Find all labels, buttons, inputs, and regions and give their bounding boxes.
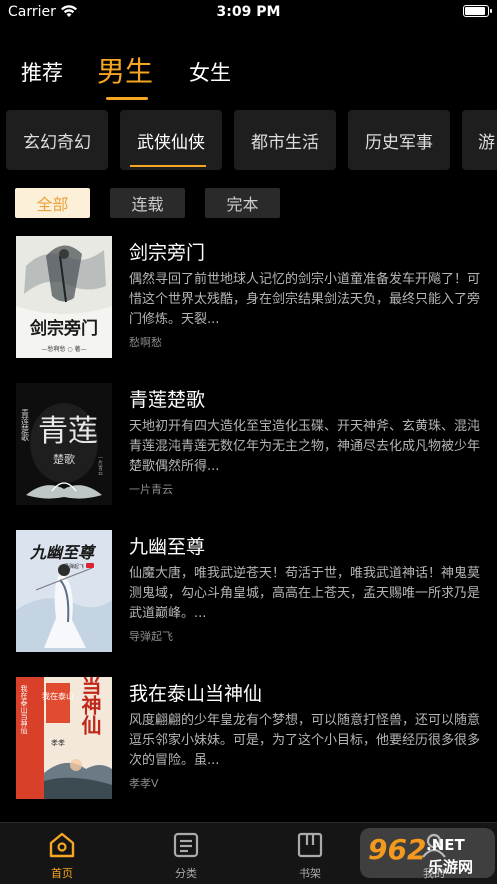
book-title: 青莲楚歌 <box>129 389 206 411</box>
cover-subtitle: 楚歌 <box>53 452 75 466</box>
cover-author: 孝孝 <box>51 739 65 747</box>
category-icon <box>173 832 199 858</box>
book-description: 仙魔大唐，唯我武逆苍天！苟活于世，唯我武道神话！神鬼莫测鬼域，勾心斗角皇城，高高… <box>129 566 481 621</box>
genre-wuxia[interactable]: 武侠仙侠 <box>120 110 222 170</box>
tab-recommend[interactable]: 推荐 <box>21 57 63 87</box>
cover-side-text: 我在泰山当神仙 <box>20 684 28 735</box>
book-cover: 青莲 楚歌 青莲楚歌 一片青云 <box>16 383 112 505</box>
book-item[interactable]: 青莲 楚歌 青莲楚歌 一片青云 青莲楚歌 天地初开有四大造化至宝造化玉碟、开天神… <box>0 383 497 505</box>
battery-icon <box>463 5 492 17</box>
top-tabs: 推荐 男生 女生 <box>0 40 497 100</box>
book-cover: 我在泰山当神仙 我在泰山 当神仙 孝孝 <box>16 677 112 799</box>
book-description: 偶然寻回了前世地球人记忆的剑宗小道童准备发车开飚了！可惜这个世界太残酷，身在剑宗… <box>129 272 481 327</box>
tab-male[interactable]: 男生 <box>97 50 153 90</box>
genre-bar: 玄幻奇幻 武侠仙侠 都市生活 历史军事 游 <box>0 110 497 170</box>
watermark-site: 乐游网 <box>428 858 473 876</box>
watermark-logo: 962 .NET 乐游网 <box>360 828 495 878</box>
book-author: 愁啊愁 <box>129 336 162 349</box>
tabbar-label: 分类 <box>175 867 197 880</box>
book-description: 天地初开有四大造化至宝造化玉碟、开天神斧、玄黄珠、混沌青莲混沌青莲无数亿年为无主… <box>129 419 481 474</box>
tab-female[interactable]: 女生 <box>189 57 231 87</box>
cover-subtitle: 我在泰山 <box>42 691 74 701</box>
watermark-suffix: .NET <box>426 836 465 854</box>
book-author: 孝孝V <box>129 777 159 790</box>
cover-title: 九幽至尊 <box>29 543 97 562</box>
genre-game[interactable]: 游 <box>462 110 497 170</box>
book-item[interactable]: 九幽至尊 导弹起飞 九幽至尊 仙魔大唐，唯我武逆苍天！苟活于世，唯我武道神话！神… <box>0 530 497 652</box>
book-title: 剑宗旁门 <box>129 242 206 264</box>
clock: 3:09 PM <box>216 4 281 20</box>
tabbar-home[interactable]: 首页 <box>12 823 112 884</box>
tabbar-category[interactable]: 分类 <box>136 823 236 884</box>
tabbar-label: 首页 <box>51 867 73 880</box>
battery-level <box>465 7 485 15</box>
genre-urban[interactable]: 都市生活 <box>234 110 336 170</box>
book-title: 我在泰山当神仙 <box>129 683 263 705</box>
genre-fantasy[interactable]: 玄幻奇幻 <box>6 110 108 170</box>
book-item[interactable]: 剑宗旁门 —愁啊愁 ○ 著— 剑宗旁门 偶然寻回了前世地球人记忆的剑宗小道童准备… <box>0 236 497 358</box>
watermark-brand: 962 <box>368 833 426 866</box>
cover-author: 导弹起飞 <box>64 563 84 570</box>
cover-title: 青莲 <box>38 414 98 449</box>
cover-title: 剑宗旁门 <box>29 318 98 339</box>
book-author: 导弹起飞 <box>129 630 173 643</box>
book-cover: 九幽至尊 导弹起飞 <box>16 530 112 652</box>
filter-ongoing[interactable]: 连载 <box>110 188 185 218</box>
genre-history[interactable]: 历史军事 <box>348 110 450 170</box>
active-tab-indicator <box>106 97 148 100</box>
filter-all[interactable]: 全部 <box>15 188 90 218</box>
filter-bar: 全部 连载 完本 <box>0 188 497 218</box>
cover-author: 一片青云 <box>97 455 103 476</box>
book-author: 一片青云 <box>129 483 173 496</box>
book-cover: 剑宗旁门 —愁啊愁 ○ 著— <box>16 236 112 358</box>
cover-author: —愁啊愁 ○ 著— <box>41 345 86 353</box>
tabbar-bookshelf[interactable]: 书架 <box>260 823 360 884</box>
bookshelf-icon <box>297 832 323 858</box>
book-description: 风度翩翩的少年皇龙有个梦想，可以随意打怪兽，还可以随意逗乐邻家小妹妹。可是，为了… <box>129 713 481 768</box>
tabbar-label: 书架 <box>299 867 321 880</box>
active-genre-indicator <box>130 165 206 167</box>
book-title: 九幽至尊 <box>129 536 206 558</box>
home-icon <box>49 832 75 858</box>
status-bar: Carrier 3:09 PM <box>0 0 497 26</box>
cover-title: 当神仙 <box>78 677 102 736</box>
filter-completed[interactable]: 完本 <box>205 188 280 218</box>
book-item[interactable]: 我在泰山当神仙 我在泰山 当神仙 孝孝 我在泰山当神仙 风度翩翩的少年皇龙有个梦… <box>0 677 497 799</box>
cover-side-text: 青莲楚歌 <box>21 408 30 442</box>
